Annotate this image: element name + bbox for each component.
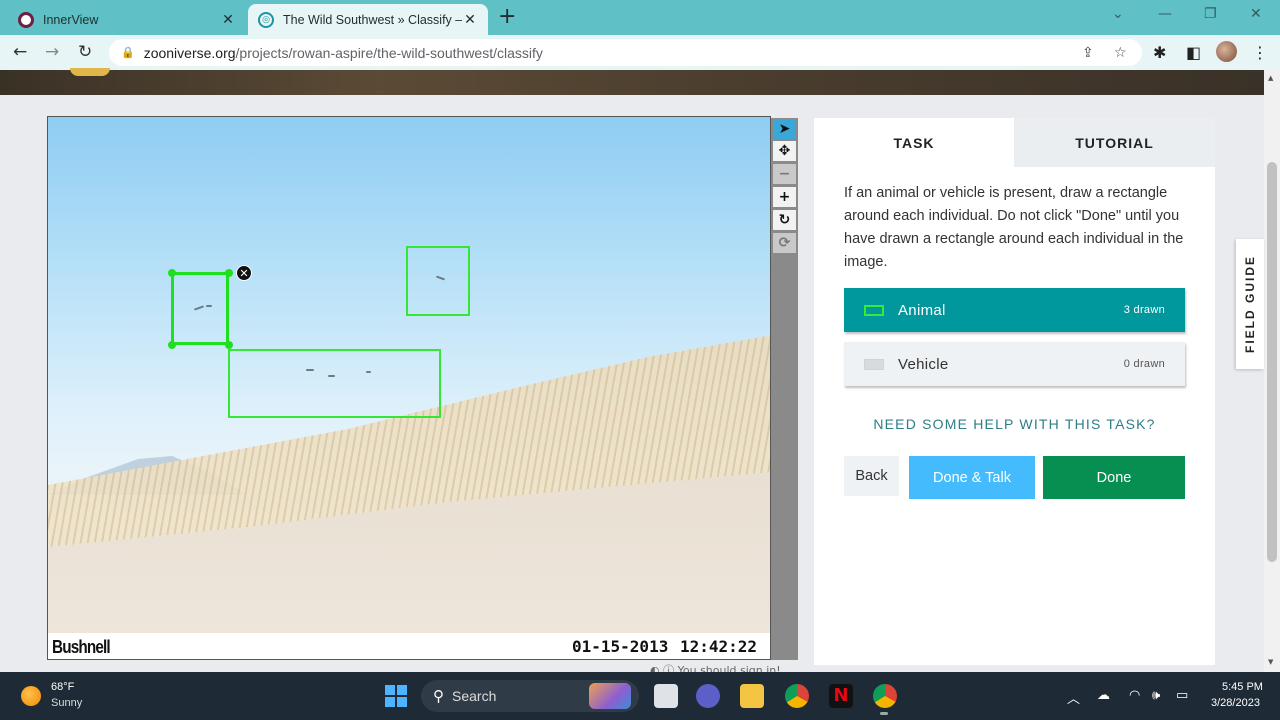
page-scrollbar[interactable]: ▲ ▼ bbox=[1264, 70, 1280, 672]
search-icon: ⚲ bbox=[433, 688, 444, 705]
weather-desc[interactable]: Sunny bbox=[51, 697, 82, 709]
animal-box[interactable] bbox=[406, 246, 470, 316]
volume-icon[interactable]: 🕪 bbox=[1152, 688, 1160, 703]
back-arrow-icon[interactable]: ← bbox=[13, 43, 27, 61]
subject-image[interactable]: ✕ Bushnell 01-15-2013 12:42:22 bbox=[47, 116, 771, 660]
animal-box-selected[interactable] bbox=[171, 272, 229, 345]
panel-tabs: TASK TUTORIAL bbox=[814, 118, 1215, 167]
resize-handle[interactable] bbox=[225, 269, 233, 277]
image-toolbar: ➤ ✥ − + ↻ ⟳ bbox=[771, 118, 798, 660]
address-bar[interactable]: 🔒 zooniverse.org/projects/rowan-aspire/t… bbox=[109, 39, 1142, 66]
resize-handle[interactable] bbox=[168, 269, 176, 277]
resize-handle[interactable] bbox=[168, 341, 176, 349]
netflix-icon[interactable]: N bbox=[829, 684, 853, 708]
forward-arrow-icon[interactable]: → bbox=[45, 43, 59, 61]
chat-icon[interactable] bbox=[696, 684, 720, 708]
taskbar-search[interactable]: ⚲ Search bbox=[421, 680, 639, 712]
maximize-icon[interactable]: ❐ bbox=[1204, 6, 1217, 22]
browser-tab-strip: InnerView ✕ ◎ The Wild Southwest » Class… bbox=[0, 0, 1280, 35]
back-button[interactable]: Back bbox=[844, 456, 899, 496]
running-indicator bbox=[880, 712, 888, 715]
sun-icon[interactable] bbox=[21, 686, 41, 706]
new-tab-button[interactable]: + bbox=[498, 6, 516, 28]
field-guide-label: FIELD GUIDE bbox=[1243, 254, 1258, 354]
cloud-icon[interactable]: ☁ bbox=[1097, 688, 1110, 703]
camera-brand: Bushnell bbox=[52, 637, 111, 657]
time-stamp: 12:42:22 bbox=[680, 637, 758, 656]
scroll-down-icon[interactable]: ▼ bbox=[1268, 658, 1273, 666]
tool-label: Animal bbox=[898, 301, 946, 319]
url-text: zooniverse.org/projects/rowan-aspire/the… bbox=[143, 44, 543, 61]
tab-innerview[interactable]: InnerView ✕ bbox=[8, 4, 246, 35]
tab-task[interactable]: TASK bbox=[814, 118, 1014, 167]
lock-icon: 🔒 bbox=[121, 46, 135, 59]
chrome-icon[interactable] bbox=[785, 684, 809, 708]
tab-title: InnerView bbox=[43, 12, 99, 27]
scroll-thumb[interactable] bbox=[1267, 162, 1277, 562]
pan-icon[interactable]: ✥ bbox=[773, 141, 796, 161]
windows-start-icon[interactable] bbox=[385, 685, 407, 707]
zoom-in-icon[interactable]: + bbox=[773, 187, 796, 207]
vehicle-tool-button[interactable]: Vehicle 0 drawn bbox=[844, 342, 1185, 386]
side-panel-icon[interactable]: ◧ bbox=[1186, 43, 1201, 62]
tab-search-chevron-icon[interactable]: ⌄ bbox=[1112, 6, 1124, 22]
delete-mark-icon[interactable]: ✕ bbox=[236, 265, 252, 281]
animal-box[interactable] bbox=[228, 349, 441, 418]
done-and-talk-button[interactable]: Done & Talk bbox=[909, 456, 1035, 499]
tool-count: 3 drawn bbox=[1123, 304, 1165, 316]
done-button[interactable]: Done bbox=[1043, 456, 1185, 499]
close-window-icon[interactable]: ✕ bbox=[1250, 6, 1262, 22]
project-logo[interactable] bbox=[70, 68, 110, 76]
clock-date[interactable]: 3/28/2023 bbox=[1211, 697, 1260, 709]
windows-taskbar bbox=[0, 672, 1280, 720]
close-tab-icon[interactable]: ✕ bbox=[220, 12, 236, 28]
rotate-icon[interactable]: ↻ bbox=[773, 210, 796, 230]
resize-handle[interactable] bbox=[225, 341, 233, 349]
tab-zooniverse[interactable]: ◎ The Wild Southwest » Classify — Zooniv… bbox=[248, 4, 488, 35]
task-help-link[interactable]: NEED SOME HELP WITH THIS TASK? bbox=[814, 416, 1215, 432]
close-tab-icon[interactable]: ✕ bbox=[462, 12, 478, 28]
reload-icon[interactable]: ↻ bbox=[78, 43, 92, 61]
extensions-puzzle-icon[interactable]: ✱ bbox=[1153, 43, 1166, 62]
reset-icon[interactable]: ⟳ bbox=[773, 233, 796, 253]
tool-label: Vehicle bbox=[898, 355, 949, 373]
pointer-icon[interactable]: ➤ bbox=[773, 119, 796, 139]
share-icon[interactable]: ⇪ bbox=[1082, 45, 1094, 61]
tool-count: 0 drawn bbox=[1123, 358, 1165, 370]
scroll-up-icon[interactable]: ▲ bbox=[1268, 74, 1273, 82]
project-banner bbox=[0, 68, 1264, 95]
animal-color-swatch bbox=[864, 304, 884, 316]
search-highlight-icon bbox=[589, 683, 631, 709]
tab-title: The Wild Southwest » Classify — Zooniver… bbox=[283, 12, 462, 27]
chrome-profile-icon[interactable] bbox=[873, 684, 897, 708]
profile-avatar[interactable] bbox=[1216, 41, 1237, 62]
battery-icon[interactable]: ▭ bbox=[1176, 688, 1188, 703]
task-view-icon[interactable] bbox=[654, 684, 678, 708]
minimize-icon[interactable]: — bbox=[1158, 6, 1172, 22]
wifi-icon[interactable]: ◠ bbox=[1129, 688, 1140, 703]
animal-tool-button[interactable]: Animal 3 drawn bbox=[844, 288, 1185, 332]
browser-toolbar: ← → ↻ 🔒 zooniverse.org/projects/rowan-as… bbox=[0, 35, 1280, 70]
bookmark-star-icon[interactable]: ☆ bbox=[1114, 45, 1127, 61]
vehicle-color-swatch bbox=[864, 358, 884, 370]
tray-overflow-chevron-icon[interactable]: ︿ bbox=[1067, 688, 1080, 707]
zoom-out-icon[interactable]: − bbox=[773, 164, 796, 184]
tab-tutorial[interactable]: TUTORIAL bbox=[1014, 118, 1215, 167]
task-instructions: If an animal or vehicle is present, draw… bbox=[844, 185, 1184, 270]
clock-time[interactable]: 5:45 PM bbox=[1222, 681, 1263, 693]
browser-menu-icon[interactable]: ⋮ bbox=[1252, 43, 1268, 62]
task-panel: TASK TUTORIAL If an animal or vehicle is… bbox=[814, 118, 1215, 665]
field-guide-tab[interactable]: FIELD GUIDE bbox=[1236, 239, 1264, 369]
zooniverse-favicon-icon: ◎ bbox=[258, 11, 274, 28]
weather-temp[interactable]: 68°F bbox=[51, 681, 74, 693]
search-label: Search bbox=[452, 688, 497, 704]
date-stamp: 01-15-2013 bbox=[572, 637, 669, 656]
innerview-favicon-icon bbox=[18, 11, 34, 28]
file-explorer-icon[interactable] bbox=[740, 684, 764, 708]
